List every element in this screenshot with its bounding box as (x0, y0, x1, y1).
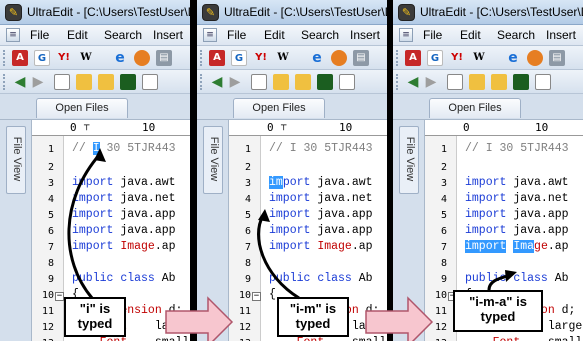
next-step-arrow-icon (165, 296, 234, 341)
transition-arrows (165, 296, 434, 341)
next-step-arrow-icon (365, 296, 434, 341)
